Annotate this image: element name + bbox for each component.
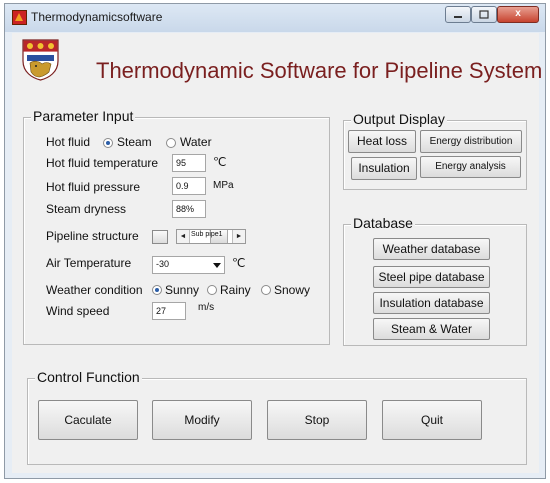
- output-display-title: Output Display: [351, 111, 447, 127]
- wind-speed-label: Wind speed: [46, 304, 110, 318]
- insulation-output-button[interactable]: Insulation: [351, 157, 417, 180]
- dropdown-arrow-icon[interactable]: [213, 263, 221, 268]
- minimize-button[interactable]: [445, 6, 471, 23]
- steam-dryness-input[interactable]: [172, 200, 206, 218]
- steel-pipe-database-button[interactable]: Steel pipe database: [373, 266, 490, 288]
- wind-speed-unit: m/s: [198, 302, 215, 313]
- snowy-radio-label: Snowy: [274, 283, 311, 297]
- stop-button[interactable]: Stop: [267, 400, 367, 440]
- parameter-input-title: Parameter Input: [31, 108, 136, 124]
- pipeline-structure-slider[interactable]: ◄ Sub pipe1 ►: [176, 229, 246, 244]
- slider-right-arrow-icon[interactable]: ►: [232, 230, 245, 243]
- app-header-title: Thermodynamic Software for Pipeline Syst…: [96, 58, 543, 83]
- minimize-icon: [454, 16, 462, 18]
- database-title: Database: [351, 215, 415, 231]
- quit-button[interactable]: Quit: [382, 400, 482, 440]
- window-title: Thermodynamicsoftware: [31, 10, 163, 24]
- sunny-radio[interactable]: [152, 285, 162, 295]
- hot-fluid-pressure-input[interactable]: [172, 177, 206, 195]
- pipeline-structure-toggle-button[interactable]: [152, 230, 168, 244]
- steam-radio[interactable]: [103, 138, 113, 148]
- steam-dryness-label: Steam dryness: [46, 202, 127, 216]
- hot-fluid-label: Hot fluid: [46, 135, 91, 149]
- steam-water-button[interactable]: Steam & Water: [373, 318, 490, 340]
- weather-database-button[interactable]: Weather database: [373, 238, 490, 260]
- air-temperature-unit: ℃: [232, 256, 246, 270]
- rainy-radio[interactable]: [207, 285, 217, 295]
- calculate-button[interactable]: Caculate: [38, 400, 138, 440]
- steam-radio-label: Steam: [117, 135, 152, 149]
- air-temperature-value: -30: [156, 259, 170, 269]
- insulation-database-button[interactable]: Insulation database: [373, 292, 490, 314]
- air-temperature-label: Air Temperature: [46, 256, 132, 270]
- hot-fluid-temperature-input[interactable]: [172, 154, 206, 172]
- snowy-radio[interactable]: [261, 285, 271, 295]
- title-bar[interactable]: Thermodynamicsoftware x: [5, 4, 545, 32]
- matlab-app-icon: [12, 10, 27, 25]
- rainy-radio-label: Rainy: [220, 283, 251, 297]
- sunny-radio-label: Sunny: [165, 283, 200, 297]
- water-radio[interactable]: [166, 138, 176, 148]
- slider-label: Sub pipe1: [191, 231, 223, 238]
- weather-condition-label: Weather condition: [46, 283, 143, 297]
- maximize-button[interactable]: [471, 6, 497, 23]
- hot-fluid-temperature-label: Hot fluid temperature: [46, 156, 159, 170]
- air-temperature-select[interactable]: -30: [152, 256, 225, 274]
- pipeline-structure-label: Pipeline structure: [46, 229, 139, 243]
- hot-fluid-pressure-label: Hot fluid pressure: [46, 180, 141, 194]
- control-function-title: Control Function: [35, 369, 142, 385]
- maximize-icon: [479, 10, 489, 19]
- energy-distribution-button[interactable]: Energy distribution: [420, 130, 522, 153]
- slider-left-arrow-icon[interactable]: ◄: [177, 230, 190, 243]
- temperature-unit-label: ℃: [213, 155, 227, 169]
- close-button[interactable]: x: [497, 6, 539, 23]
- energy-analysis-button[interactable]: Energy analysis: [420, 156, 521, 178]
- heat-loss-button[interactable]: Heat loss: [348, 130, 416, 153]
- modify-button[interactable]: Modify: [152, 400, 252, 440]
- university-crest-logo: [22, 39, 59, 81]
- water-radio-label: Water: [180, 135, 212, 149]
- wind-speed-input[interactable]: [152, 302, 186, 320]
- pressure-unit-label: MPa: [213, 180, 234, 191]
